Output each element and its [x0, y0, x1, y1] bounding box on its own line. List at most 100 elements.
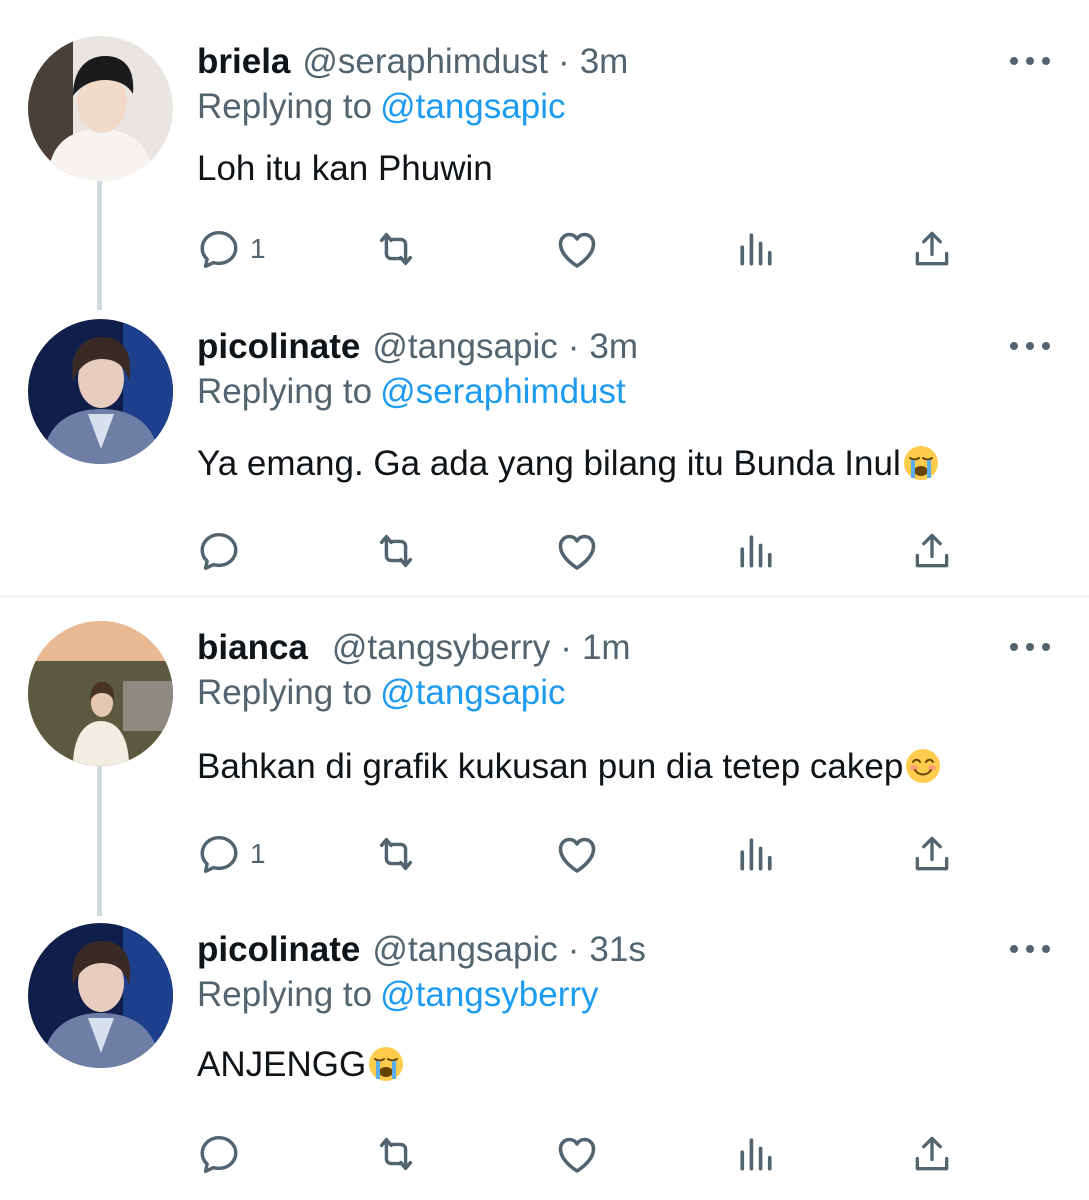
heart-icon	[553, 225, 601, 273]
replying-to-line: Replying to @tangsapic	[197, 87, 565, 127]
retweet-button[interactable]	[370, 829, 422, 879]
more-options-icon[interactable]	[1010, 51, 1050, 71]
share-button[interactable]	[910, 526, 954, 576]
display-name[interactable]: picolinate	[197, 930, 360, 970]
tweet-text: ANJENGG	[197, 1045, 404, 1085]
tweet-actions	[196, 526, 976, 576]
more-options-icon[interactable]	[1010, 939, 1050, 959]
avatar-photo-icon	[28, 923, 173, 1068]
retweet-icon	[370, 226, 422, 272]
tweet[interactable]: bianca @tangsyberry · 1m Replying to @tan…	[0, 623, 1089, 883]
tweet-header: picolinate @tangsapic · 3m	[197, 322, 638, 372]
views-button[interactable]	[734, 526, 778, 576]
tweet-text: Ya emang. Ga ada yang bilang itu Bunda I…	[197, 444, 939, 484]
timestamp[interactable]: 3m	[580, 42, 629, 82]
tweet-header: briela @seraphimdust · 3m	[197, 37, 628, 87]
share-icon	[910, 227, 954, 271]
share-button[interactable]	[910, 224, 954, 274]
avatar[interactable]	[28, 36, 173, 181]
username-handle[interactable]: @seraphimdust	[302, 42, 548, 82]
replying-to-line: Replying to @seraphimdust	[197, 372, 626, 412]
views-button[interactable]	[734, 829, 778, 879]
tweet-actions: 1	[196, 829, 976, 879]
retweet-button[interactable]	[370, 224, 422, 274]
share-button[interactable]	[910, 1129, 954, 1179]
avatar[interactable]	[28, 319, 173, 464]
separator-dot: ·	[560, 628, 572, 667]
separator-dot: ·	[567, 930, 580, 969]
heart-icon	[553, 527, 601, 575]
smiling-face-emoji-icon	[905, 748, 941, 784]
views-bar-chart-icon	[734, 227, 778, 271]
username-handle[interactable]: @tangsyberry	[332, 628, 550, 668]
reply-icon	[196, 831, 242, 877]
timestamp[interactable]: 31s	[589, 930, 645, 970]
retweet-icon	[370, 831, 422, 877]
retweet-button[interactable]	[370, 526, 422, 576]
reply-icon	[196, 226, 242, 272]
views-bar-chart-icon	[734, 529, 778, 573]
reply-button[interactable]: 1	[196, 829, 266, 879]
display-name[interactable]: briela	[197, 42, 290, 82]
more-options-icon[interactable]	[1010, 336, 1050, 356]
tweet[interactable]: picolinate @tangsapic · 31s Replying to @…	[0, 925, 1089, 1185]
tweet-actions	[196, 1129, 976, 1179]
tweet-actions: 1	[196, 224, 976, 274]
separator-dot: ·	[567, 327, 580, 366]
avatar-photo-icon	[28, 36, 173, 181]
avatar-photo-icon	[28, 319, 173, 464]
tweet-header: bianca @tangsyberry · 1m	[197, 623, 631, 673]
reply-to-mention-link[interactable]: @tangsapic	[380, 87, 565, 126]
avatar[interactable]	[28, 621, 173, 766]
like-button[interactable]	[553, 224, 601, 274]
retweet-button[interactable]	[370, 1129, 422, 1179]
views-button[interactable]	[734, 1129, 778, 1179]
retweet-icon	[370, 1131, 422, 1177]
replying-to-label: Replying to	[197, 87, 373, 126]
tweet-text-content: Ya emang. Ga ada yang bilang itu Bunda I…	[197, 444, 901, 483]
avatar[interactable]	[28, 923, 173, 1068]
tweet-text: Loh itu kan Phuwin	[197, 149, 493, 189]
avatar-photo-icon	[28, 621, 173, 766]
tweet-header: picolinate @tangsapic · 31s	[197, 925, 646, 975]
tweet[interactable]: picolinate @tangsapic · 3m Replying to @s…	[0, 322, 1089, 582]
views-bar-chart-icon	[734, 832, 778, 876]
display-name[interactable]: picolinate	[197, 327, 360, 367]
tweet-text-content: ANJENGG	[197, 1045, 367, 1084]
share-icon	[910, 529, 954, 573]
replying-to-line: Replying to @tangsyberry	[197, 975, 599, 1015]
retweet-icon	[370, 528, 422, 574]
reply-to-mention-link[interactable]: @seraphimdust	[380, 372, 626, 411]
tweet-text-content: Bahkan di grafik kukusan pun dia tetep c…	[197, 747, 904, 786]
username-handle[interactable]: @tangsapic	[372, 930, 557, 970]
tweet-text-content: Loh itu kan Phuwin	[197, 149, 493, 188]
like-button[interactable]	[553, 829, 601, 879]
tweet-text: Bahkan di grafik kukusan pun dia tetep c…	[197, 747, 941, 787]
like-button[interactable]	[553, 1129, 601, 1179]
heart-icon	[553, 830, 601, 878]
timestamp[interactable]: 1m	[582, 628, 631, 668]
timestamp[interactable]: 3m	[589, 327, 638, 367]
replying-to-label: Replying to	[197, 372, 373, 411]
reply-button[interactable]	[196, 526, 242, 576]
replying-to-label: Replying to	[197, 975, 373, 1014]
reply-button[interactable]	[196, 1129, 242, 1179]
username-handle[interactable]: @tangsapic	[372, 327, 557, 367]
reply-to-mention-link[interactable]: @tangsapic	[380, 673, 565, 712]
views-button[interactable]	[734, 224, 778, 274]
reply-count: 1	[250, 838, 266, 869]
crying-face-emoji-icon	[903, 445, 939, 481]
display-name[interactable]: bianca	[197, 628, 308, 668]
reply-count: 1	[250, 233, 266, 264]
more-options-icon[interactable]	[1010, 637, 1050, 657]
like-button[interactable]	[553, 526, 601, 576]
tweet[interactable]: briela @seraphimdust · 3m Replying to @ta…	[0, 37, 1089, 277]
share-icon	[910, 832, 954, 876]
heart-icon	[553, 1130, 601, 1178]
reply-button[interactable]: 1	[196, 224, 266, 274]
crying-face-emoji-icon	[368, 1046, 404, 1082]
share-icon	[910, 1132, 954, 1176]
views-bar-chart-icon	[734, 1132, 778, 1176]
share-button[interactable]	[910, 829, 954, 879]
reply-to-mention-link[interactable]: @tangsyberry	[380, 975, 598, 1014]
